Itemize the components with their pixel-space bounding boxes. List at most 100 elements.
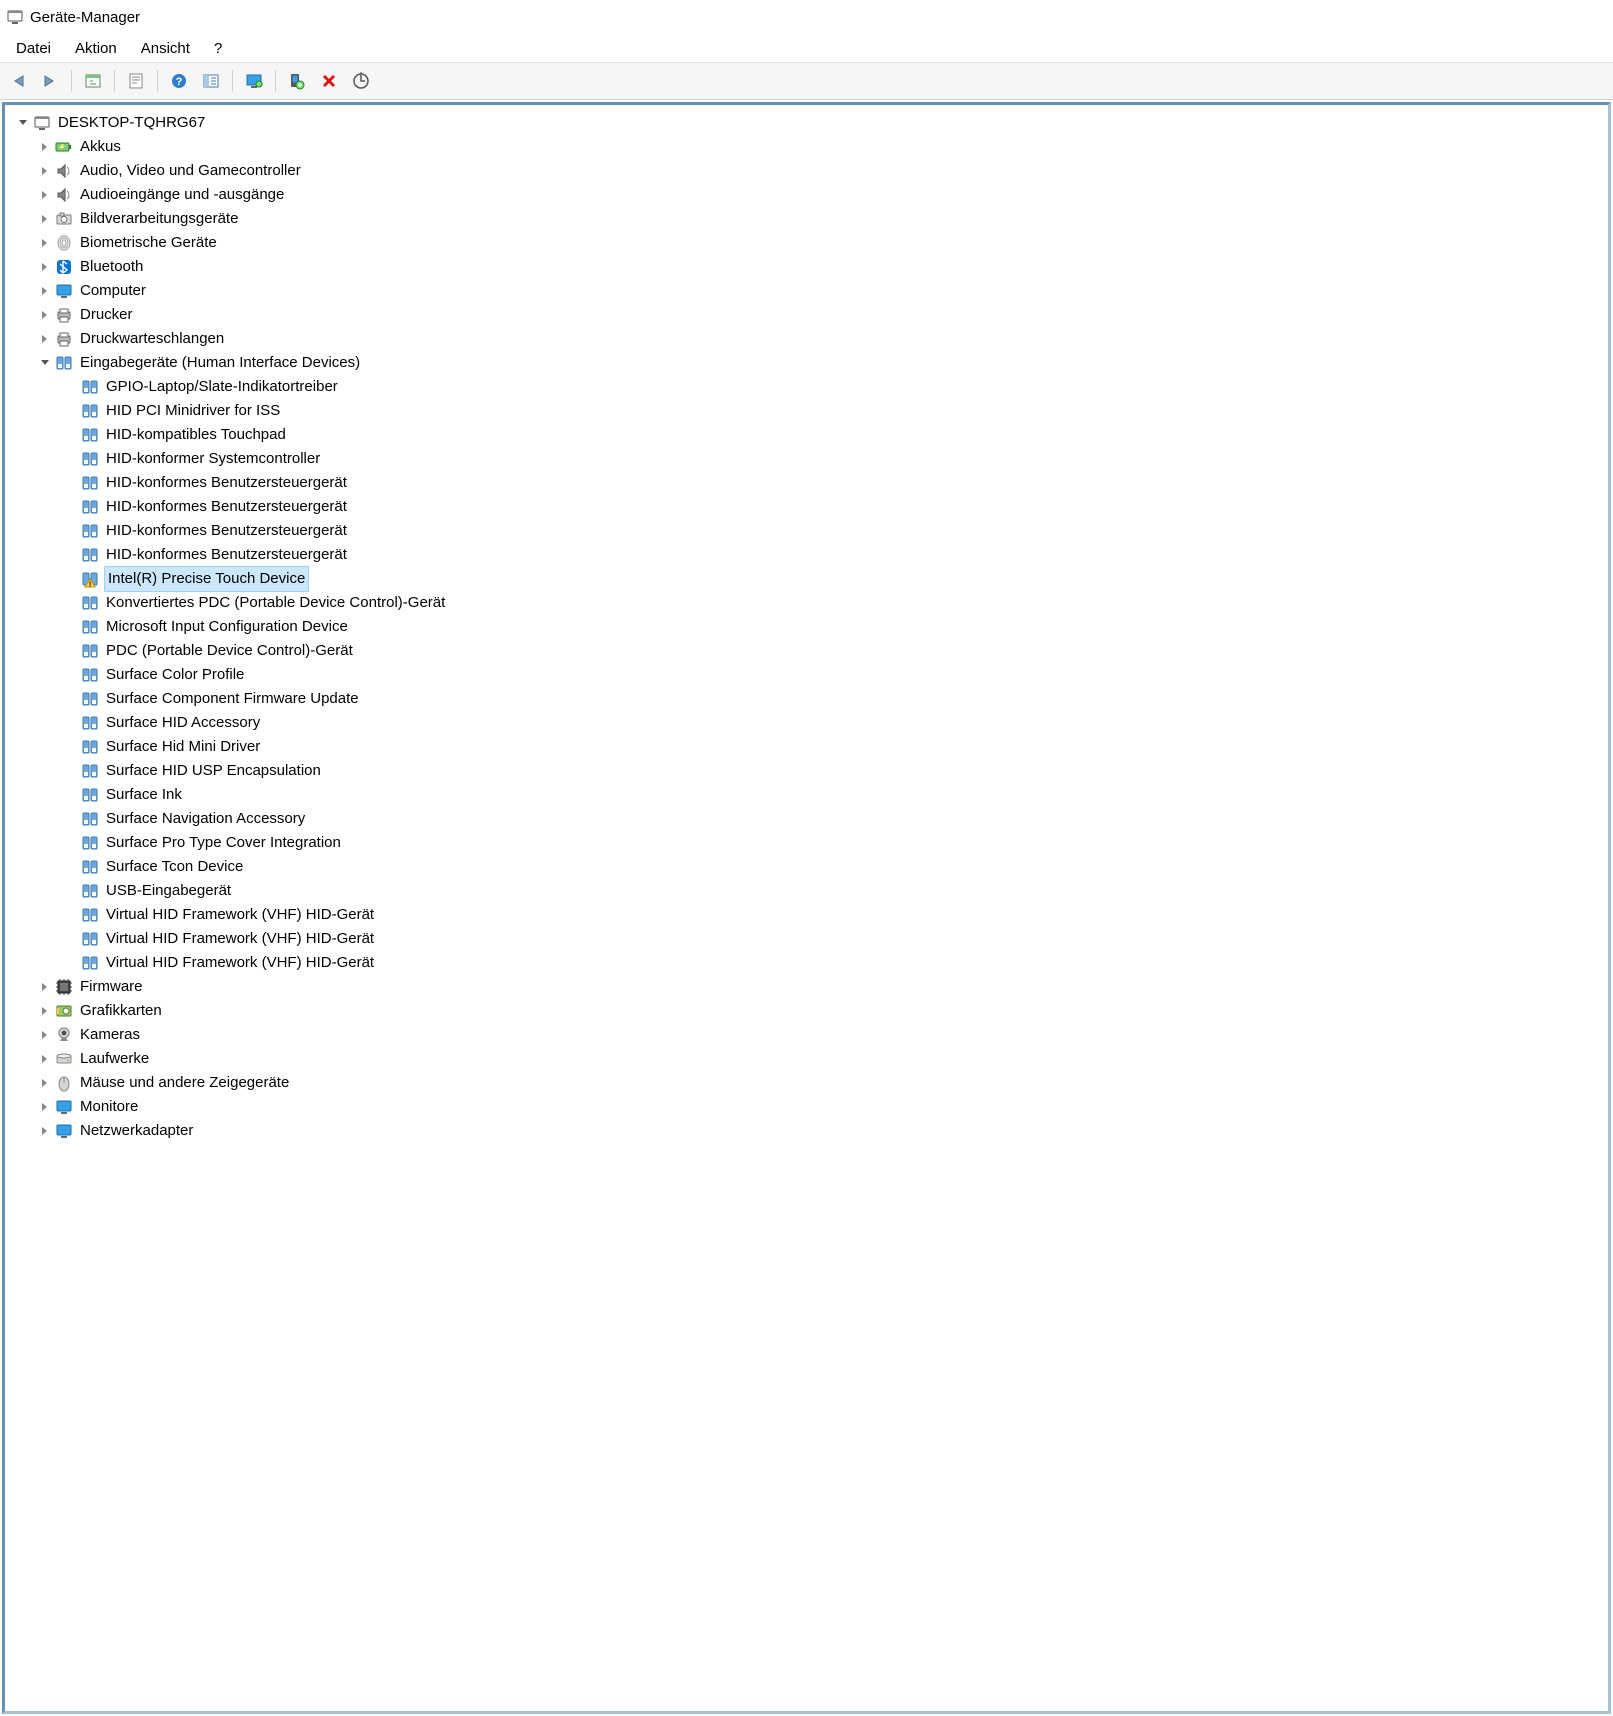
hid-device-icon xyxy=(81,930,99,948)
hid-device-icon xyxy=(81,474,99,492)
menu-file[interactable]: Datei xyxy=(4,38,63,59)
expand-icon[interactable] xyxy=(37,187,53,203)
toolbar-update-driver-button[interactable] xyxy=(240,67,268,95)
toolbar-scan-hardware-button[interactable] xyxy=(347,67,375,95)
tree-device[interactable]: Microsoft Input Configuration Device xyxy=(9,615,1604,639)
tree-category-bluetooth[interactable]: Bluetooth xyxy=(9,255,1604,279)
tree-device[interactable]: Virtual HID Framework (VHF) HID-Gerät xyxy=(9,927,1604,951)
node-label: USB-Eingabegerät xyxy=(104,879,233,903)
window-title: Geräte-Manager xyxy=(30,9,140,26)
toolbar-show-hide-tree-button[interactable] xyxy=(79,67,107,95)
tree-device[interactable]: Surface HID Accessory xyxy=(9,711,1604,735)
expand-icon[interactable] xyxy=(37,283,53,299)
node-label: Kameras xyxy=(78,1023,142,1047)
expand-icon[interactable] xyxy=(37,1027,53,1043)
tree-device[interactable]: HID-konformes Benutzersteuergerät xyxy=(9,519,1604,543)
tree-device[interactable]: USB-Eingabegerät xyxy=(9,879,1604,903)
node-label: Microsoft Input Configuration Device xyxy=(104,615,350,639)
tree-category-network[interactable]: Netzwerkadapter xyxy=(9,1119,1604,1143)
expand-icon[interactable] xyxy=(37,1051,53,1067)
expand-icon[interactable] xyxy=(37,1123,53,1139)
tree-device[interactable]: GPIO-Laptop/Slate-Indikatortreiber xyxy=(9,375,1604,399)
expand-icon[interactable] xyxy=(37,1075,53,1091)
tree-category-cameras[interactable]: Kameras xyxy=(9,1023,1604,1047)
tree-device[interactable]: HID-konformes Benutzersteuergerät xyxy=(9,471,1604,495)
tree-category-drives[interactable]: Laufwerke xyxy=(9,1047,1604,1071)
tree-device[interactable]: Virtual HID Framework (VHF) HID-Gerät xyxy=(9,951,1604,975)
tree-device[interactable]: Surface Color Profile xyxy=(9,663,1604,687)
tree-device[interactable]: Intel(R) Precise Touch Device xyxy=(9,567,1604,591)
toolbar-back-button[interactable] xyxy=(4,67,32,95)
expand-icon[interactable] xyxy=(37,307,53,323)
tree-category-audio-io[interactable]: Audioeingänge und -ausgänge xyxy=(9,183,1604,207)
tree-category-hid[interactable]: Eingabegeräte (Human Interface Devices) xyxy=(9,351,1604,375)
node-label: Drucker xyxy=(78,303,135,327)
node-label: GPIO-Laptop/Slate-Indikatortreiber xyxy=(104,375,340,399)
tree-category-mice[interactable]: Mäuse und andere Zeigegeräte xyxy=(9,1071,1604,1095)
tree-device[interactable]: PDC (Portable Device Control)-Gerät xyxy=(9,639,1604,663)
expand-icon[interactable] xyxy=(37,259,53,275)
node-label: Surface Component Firmware Update xyxy=(104,687,361,711)
hid-device-icon xyxy=(81,834,99,852)
expand-icon[interactable] xyxy=(37,1099,53,1115)
tree-category-firmware[interactable]: Firmware xyxy=(9,975,1604,999)
tree-category-printers[interactable]: Drucker xyxy=(9,303,1604,327)
expand-icon[interactable] xyxy=(37,1003,53,1019)
tree-device[interactable]: Surface HID USP Encapsulation xyxy=(9,759,1604,783)
tree-device[interactable]: Surface Hid Mini Driver xyxy=(9,735,1604,759)
tree-category-gpu[interactable]: Grafikkarten xyxy=(9,999,1604,1023)
tree-device[interactable]: Surface Tcon Device xyxy=(9,855,1604,879)
tree-category-audio-video[interactable]: Audio, Video und Gamecontroller xyxy=(9,159,1604,183)
node-label: Konvertiertes PDC (Portable Device Contr… xyxy=(104,591,447,615)
tree-device[interactable]: HID-konformer Systemcontroller xyxy=(9,447,1604,471)
node-label: HID-konformer Systemcontroller xyxy=(104,447,322,471)
hid-device-icon xyxy=(81,618,99,636)
tree-category-biometric[interactable]: Biometrische Geräte xyxy=(9,231,1604,255)
titlebar: Geräte-Manager xyxy=(0,0,1613,34)
tree-device[interactable]: HID PCI Minidriver for ISS xyxy=(9,399,1604,423)
node-label: DESKTOP-TQHRG67 xyxy=(56,111,207,135)
tree-device[interactable]: HID-konformes Benutzersteuergerät xyxy=(9,543,1604,567)
toolbar-action-button[interactable] xyxy=(197,67,225,95)
device-tree[interactable]: DESKTOP-TQHRG67 AkkusAudio, Video und Ga… xyxy=(2,102,1611,1714)
expand-icon[interactable] xyxy=(37,163,53,179)
node-label: Virtual HID Framework (VHF) HID-Gerät xyxy=(104,927,376,951)
expand-icon[interactable] xyxy=(37,139,53,155)
tree-device[interactable]: Virtual HID Framework (VHF) HID-Gerät xyxy=(9,903,1604,927)
expand-icon[interactable] xyxy=(37,331,53,347)
expand-icon[interactable] xyxy=(15,115,31,131)
toolbar-forward-button[interactable] xyxy=(36,67,64,95)
app-icon xyxy=(6,8,24,26)
toolbar-enable-device-button[interactable] xyxy=(283,67,311,95)
tree-category-imaging[interactable]: Bildverarbeitungsgeräte xyxy=(9,207,1604,231)
hid-device-icon xyxy=(81,546,99,564)
node-label: Grafikkarten xyxy=(78,999,164,1023)
tree-device[interactable]: HID-konformes Benutzersteuergerät xyxy=(9,495,1604,519)
menu-view[interactable]: Ansicht xyxy=(129,38,202,59)
toolbar-help-button[interactable] xyxy=(165,67,193,95)
tree-category-akkus[interactable]: Akkus xyxy=(9,135,1604,159)
expand-icon[interactable] xyxy=(37,211,53,227)
expand-icon[interactable] xyxy=(37,979,53,995)
tree-category-monitors[interactable]: Monitore xyxy=(9,1095,1604,1119)
tree-category-queues[interactable]: Druckwarteschlangen xyxy=(9,327,1604,351)
tree-device[interactable]: Konvertiertes PDC (Portable Device Contr… xyxy=(9,591,1604,615)
tree-category-computer[interactable]: Computer xyxy=(9,279,1604,303)
tree-device[interactable]: HID-kompatibles Touchpad xyxy=(9,423,1604,447)
menu-help[interactable]: ? xyxy=(202,38,234,59)
toolbar-properties-button[interactable] xyxy=(122,67,150,95)
expand-icon[interactable] xyxy=(37,235,53,251)
menu-action[interactable]: Aktion xyxy=(63,38,129,59)
printer-icon xyxy=(55,330,73,348)
tree-device[interactable]: Surface Ink xyxy=(9,783,1604,807)
tree-device[interactable]: Surface Pro Type Cover Integration xyxy=(9,831,1604,855)
tree-device[interactable]: Surface Component Firmware Update xyxy=(9,687,1604,711)
node-label: Monitore xyxy=(78,1095,140,1119)
tree-root[interactable]: DESKTOP-TQHRG67 xyxy=(9,111,1604,135)
tree-device[interactable]: Surface Navigation Accessory xyxy=(9,807,1604,831)
speaker-icon xyxy=(55,186,73,204)
menubar: Datei Aktion Ansicht ? xyxy=(0,34,1613,63)
node-label: HID-konformes Benutzersteuergerät xyxy=(104,519,349,543)
collapse-icon[interactable] xyxy=(37,355,53,371)
toolbar-uninstall-button[interactable] xyxy=(315,67,343,95)
